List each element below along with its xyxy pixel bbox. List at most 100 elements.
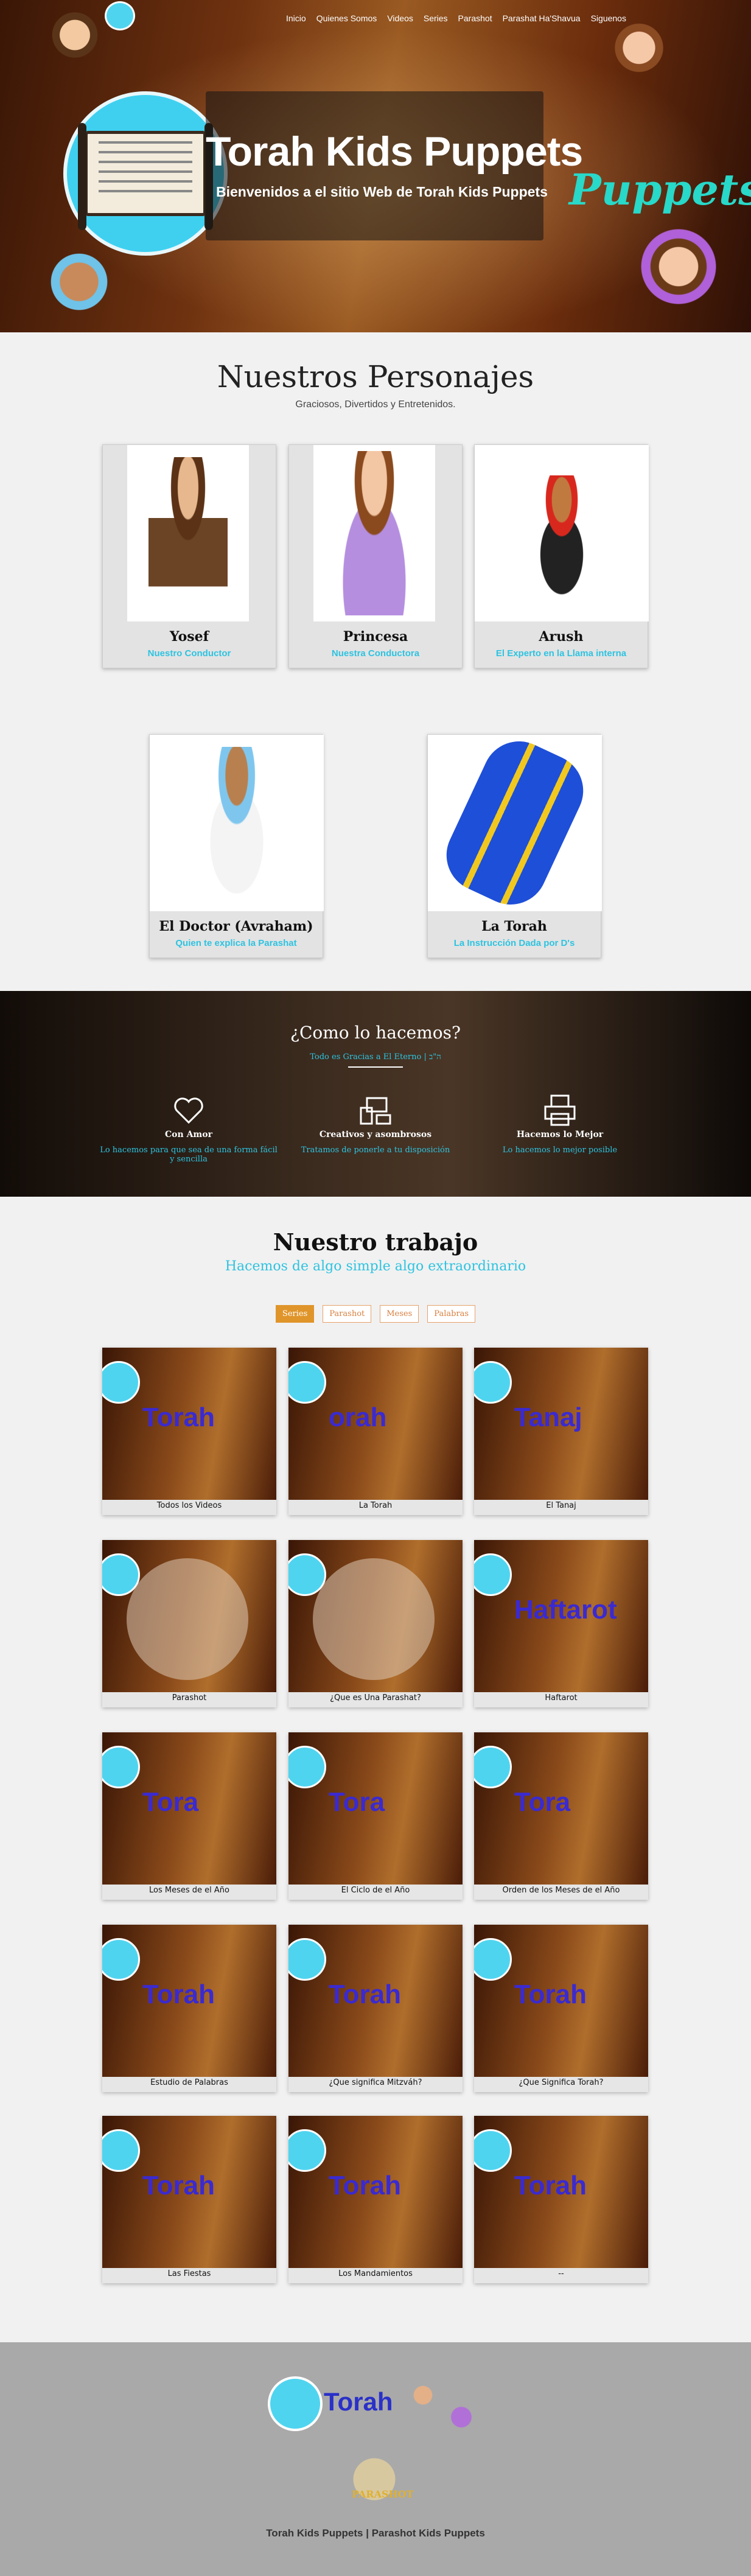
character-card-torah[interactable]: La Torah La Instrucción Dada por D's bbox=[427, 729, 602, 958]
torah-logo-icon bbox=[102, 1746, 140, 1788]
video-thumbnail[interactable]: Torah bbox=[474, 2116, 648, 2268]
character-name: La Torah bbox=[481, 919, 547, 934]
footer: Torah PARASHOT Torah Kids Puppets | Para… bbox=[0, 2342, 751, 2576]
video-tile[interactable]: Torah ¿Que significa Mitzváh? bbox=[288, 1925, 463, 2092]
video-thumbnail[interactable]: Haftarot bbox=[474, 1540, 648, 1692]
printer-icon bbox=[543, 1093, 577, 1127]
filter-parashot[interactable]: Parashot bbox=[323, 1305, 372, 1323]
filter-meses[interactable]: Meses bbox=[380, 1305, 419, 1323]
nav-videos[interactable]: Videos bbox=[387, 13, 413, 23]
video-thumbnail[interactable]: Torah bbox=[288, 1925, 463, 2077]
video-thumbnail[interactable]: Torah bbox=[288, 2116, 463, 2268]
video-tile-label[interactable]: Los Meses de el Año bbox=[102, 1886, 276, 1895]
video-tile[interactable]: Torah Estudio de Palabras bbox=[102, 1925, 276, 2092]
how-title: ¿Como lo hacemos? bbox=[290, 1023, 461, 1043]
filter-series[interactable]: Series bbox=[275, 1305, 315, 1323]
video-thumbnail[interactable]: Torah bbox=[474, 1925, 648, 2077]
character-card-princesa[interactable]: Princesa Nuestra Conductora bbox=[288, 444, 463, 668]
torah-logo-icon bbox=[102, 2129, 140, 2172]
video-tile[interactable]: Torah Las Fiestas bbox=[102, 2116, 276, 2283]
arush-puppet-icon bbox=[519, 475, 604, 597]
characters-title: Nuestros Personajes bbox=[217, 359, 534, 394]
character-name: Yosef bbox=[169, 629, 209, 645]
video-tile[interactable]: ¿Que es Una Parashat? bbox=[288, 1540, 463, 1707]
video-tile[interactable]: Tanaj El Tanaj bbox=[474, 1348, 648, 1515]
torah-image bbox=[428, 729, 602, 917]
torah-logo-icon bbox=[288, 1361, 326, 1404]
video-thumbnail[interactable]: Tora bbox=[474, 1732, 648, 1885]
feature-love: Con Amor Lo hacemos para que sea de una … bbox=[97, 1093, 280, 1164]
nav-series[interactable]: Series bbox=[424, 13, 448, 23]
video-tile[interactable]: Torah -- bbox=[474, 2116, 648, 2283]
character-card-doctor[interactable]: El Doctor (Avraham) Quien te explica la … bbox=[149, 734, 324, 958]
nav-quienes-somos[interactable]: Quienes Somos bbox=[316, 13, 377, 23]
yosef-image bbox=[127, 445, 249, 621]
feature-desc: Lo hacemos para que sea de una forma fác… bbox=[100, 1146, 278, 1164]
character-role: Quien te explica la Parashat bbox=[175, 938, 297, 948]
torah-logo-icon bbox=[102, 1938, 140, 1981]
video-tile-label[interactable]: Los Mandamientos bbox=[288, 2269, 463, 2278]
video-tile-label[interactable]: Parashot bbox=[102, 1693, 276, 1703]
nav-parashot[interactable]: Parashot bbox=[458, 13, 492, 23]
thumbnail-overlay-text: Tora bbox=[142, 1787, 199, 1817]
feature-title: Con Amor bbox=[165, 1130, 212, 1139]
video-thumbnail[interactable] bbox=[102, 1540, 276, 1692]
video-tile[interactable]: Tora El Ciclo de el Año bbox=[288, 1732, 463, 1900]
footer-logo-word: Torah bbox=[324, 2387, 393, 2416]
video-tile[interactable]: Parashot bbox=[102, 1540, 276, 1707]
thumbnail-overlay-text: Torah bbox=[142, 1402, 215, 1432]
video-tile-label[interactable]: -- bbox=[474, 2269, 648, 2278]
video-thumbnail[interactable]: Torah bbox=[102, 1925, 276, 2077]
video-thumbnail[interactable] bbox=[288, 1540, 463, 1692]
video-thumbnail[interactable]: Tora bbox=[288, 1732, 463, 1885]
footer-logo-icon bbox=[268, 2376, 323, 2431]
nav-inicio[interactable]: Inicio bbox=[286, 13, 306, 23]
hero-title: Torah Kids Puppets bbox=[206, 128, 583, 175]
character-card-yosef[interactable]: Yosef Nuestro Conductor bbox=[102, 444, 276, 668]
heart-icon bbox=[172, 1093, 206, 1127]
video-tile-label[interactable]: ¿Que Significa Torah? bbox=[474, 2078, 648, 2087]
torah-logo-icon bbox=[102, 1361, 140, 1404]
video-thumbnail[interactable]: Tora bbox=[102, 1732, 276, 1885]
video-tile-label[interactable]: ¿Que significa Mitzváh? bbox=[288, 2078, 463, 2087]
hero-banner: Torah Kids Puppets Bienvenidos a el siti… bbox=[0, 0, 751, 332]
video-tile[interactable]: Tora Orden de los Meses de el Año bbox=[474, 1732, 648, 1900]
site-logo-icon[interactable] bbox=[105, 1, 135, 30]
video-thumbnail[interactable]: Torah bbox=[102, 2116, 276, 2268]
video-tile[interactable]: Haftarot Haftarot bbox=[474, 1540, 648, 1707]
nav-parashat-hashavua[interactable]: Parashat Ha'Shavua bbox=[503, 13, 581, 23]
video-tile-label[interactable]: Orden de los Meses de el Año bbox=[474, 1886, 648, 1895]
thumbnail-overlay-text: Torah bbox=[329, 1979, 401, 2009]
video-tile[interactable]: orah La Torah bbox=[288, 1348, 463, 1515]
character-role: Nuestra Conductora bbox=[331, 648, 420, 659]
torah-logo-icon bbox=[288, 1938, 326, 1981]
video-tile-label[interactable]: Estudio de Palabras bbox=[102, 2078, 276, 2087]
puppet-girl-icon bbox=[633, 225, 724, 329]
video-tile-label[interactable]: Todos los Videos bbox=[102, 1501, 276, 1510]
filter-palabras[interactable]: Palabras bbox=[427, 1305, 476, 1323]
footer-parashot-icon bbox=[335, 2446, 414, 2513]
character-role: El Experto en la Llama interna bbox=[495, 648, 627, 659]
arush-image bbox=[475, 445, 649, 621]
video-tile-label[interactable]: El Tanaj bbox=[474, 1501, 648, 1510]
video-tile[interactable]: Torah Todos los Videos bbox=[102, 1348, 276, 1515]
devices-icon bbox=[358, 1093, 393, 1127]
nav-siguenos[interactable]: Siguenos bbox=[591, 13, 626, 23]
video-tile-label[interactable]: Las Fiestas bbox=[102, 2269, 276, 2278]
character-card-arush[interactable]: Arush El Experto en la Llama interna bbox=[474, 444, 649, 668]
parashot-circle-icon bbox=[313, 1558, 435, 1680]
video-tile[interactable]: Tora Los Meses de el Año bbox=[102, 1732, 276, 1900]
parashot-circle-icon bbox=[127, 1558, 248, 1680]
video-tile-label[interactable]: El Ciclo de el Año bbox=[288, 1886, 463, 1895]
video-thumbnail[interactable]: orah bbox=[288, 1348, 463, 1500]
video-tile-label[interactable]: La Torah bbox=[288, 1501, 463, 1510]
thumbnail-overlay-text: Torah bbox=[142, 1979, 215, 2009]
video-tile[interactable]: Torah ¿Que Significa Torah? bbox=[474, 1925, 648, 2092]
video-tile-label[interactable]: ¿Que es Una Parashat? bbox=[288, 1693, 463, 1703]
video-tile[interactable]: Torah Los Mandamientos bbox=[288, 2116, 463, 2283]
thumbnail-overlay-text: Haftarot bbox=[514, 1595, 617, 1625]
video-thumbnail[interactable]: Torah bbox=[102, 1348, 276, 1500]
video-thumbnail[interactable]: Tanaj bbox=[474, 1348, 648, 1500]
puppet-doctor-icon bbox=[37, 243, 122, 329]
video-tile-label[interactable]: Haftarot bbox=[474, 1693, 648, 1703]
